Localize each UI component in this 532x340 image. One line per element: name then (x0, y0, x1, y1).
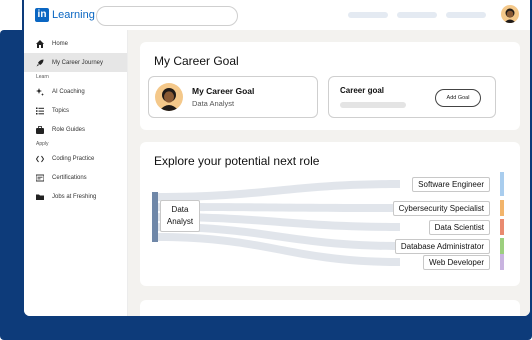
sidebar-item-certifications[interactable]: Certifications (24, 168, 127, 187)
logo-text: Learning (52, 9, 95, 21)
career-profile-box[interactable]: My Career Goal Data Analyst (148, 76, 318, 118)
section-label-apply: Apply (36, 141, 49, 147)
home-icon (36, 39, 44, 48)
folder-icon (36, 193, 44, 201)
sidebar-item-label: AI Coaching (52, 88, 85, 95)
role-color-bar (500, 254, 504, 270)
card-title: My Career Goal (154, 54, 239, 68)
role-label[interactable]: Software Engineer (412, 177, 490, 192)
nav-placeholder-2[interactable] (397, 12, 437, 18)
add-goal-button[interactable]: Add Goal (435, 89, 481, 107)
role-color-bar (500, 172, 504, 196)
profile-role: Data Analyst (192, 99, 235, 108)
source-bar (152, 192, 158, 242)
role-color-bar (500, 200, 504, 216)
sidebar-item-label: Role Guides (52, 126, 86, 133)
profile-title: My Career Goal (192, 86, 255, 96)
list-icon (36, 107, 44, 115)
role-color-bar (500, 238, 504, 254)
person-avatar-icon (504, 8, 516, 23)
main-content: My Career Goal My Career Goal Data Analy… (128, 30, 530, 316)
sidebar-item-label: Coding Practice (52, 155, 95, 162)
linkedin-logo-icon: in (35, 8, 49, 22)
section-label-learn: Learn (36, 74, 49, 80)
sidebar-item-label: Topics (52, 107, 70, 114)
career-goal-card: My Career Goal My Career Goal Data Analy… (140, 42, 520, 130)
role-label[interactable]: Cybersecurity Specialist (392, 201, 490, 216)
career-goal-label: Career goal (340, 86, 385, 95)
role-label[interactable]: Web Developer (423, 255, 490, 270)
code-icon (36, 155, 44, 163)
rocket-icon (36, 59, 44, 67)
certificate-icon (36, 174, 44, 182)
sidebar-item-label: Certifications (52, 174, 87, 181)
sidebar-item-home[interactable]: Home (24, 34, 127, 53)
source-role-line-2: Analyst (166, 217, 194, 226)
sidebar-item-coding-practice[interactable]: Coding Practice (24, 149, 127, 168)
person-avatar-icon (159, 88, 179, 111)
sidebar-item-jobs[interactable]: Jobs at Freshing (24, 187, 127, 206)
goal-placeholder-bar (340, 102, 406, 108)
sidebar: Home My Career Journey Learn AI Coaching… (24, 30, 128, 316)
career-goal-box: Career goal Add Goal (328, 76, 496, 118)
briefcase-icon (36, 125, 44, 134)
role-label[interactable]: Database Administrator (394, 239, 490, 254)
flow-path (158, 180, 400, 201)
sidebar-item-my-career-journey[interactable]: My Career Journey (24, 53, 127, 72)
sidebar-item-ai-coaching[interactable]: AI Coaching (24, 82, 127, 101)
profile-avatar (155, 83, 183, 111)
explore-roles-card: Explore your potential next role Data An… (140, 142, 520, 286)
sparkle-icon (36, 87, 44, 96)
sidebar-item-label: My Career Journey (52, 59, 104, 66)
sidebar-item-label: Home (52, 40, 69, 47)
nav-placeholder-3[interactable] (446, 12, 486, 18)
search-input[interactable] (96, 6, 238, 26)
sidebar-item-label: Jobs at Freshing (52, 193, 97, 200)
top-bar: in Learning (24, 0, 530, 31)
role-label[interactable]: Data Scientist (428, 220, 490, 235)
bottom-card (140, 300, 520, 316)
source-role-label[interactable]: Data Analyst (160, 200, 200, 232)
app-window: in Learning Home My Career Journey Learn… (22, 0, 532, 318)
sidebar-item-topics[interactable]: Topics (24, 101, 127, 120)
role-color-bar (500, 219, 504, 235)
user-avatar[interactable] (501, 5, 519, 23)
sidebar-item-role-guides[interactable]: Role Guides (24, 120, 127, 139)
source-role-line-1: Data (171, 205, 189, 214)
nav-placeholder-1[interactable] (348, 12, 388, 18)
linkedin-learning-logo[interactable]: in Learning (35, 8, 95, 22)
